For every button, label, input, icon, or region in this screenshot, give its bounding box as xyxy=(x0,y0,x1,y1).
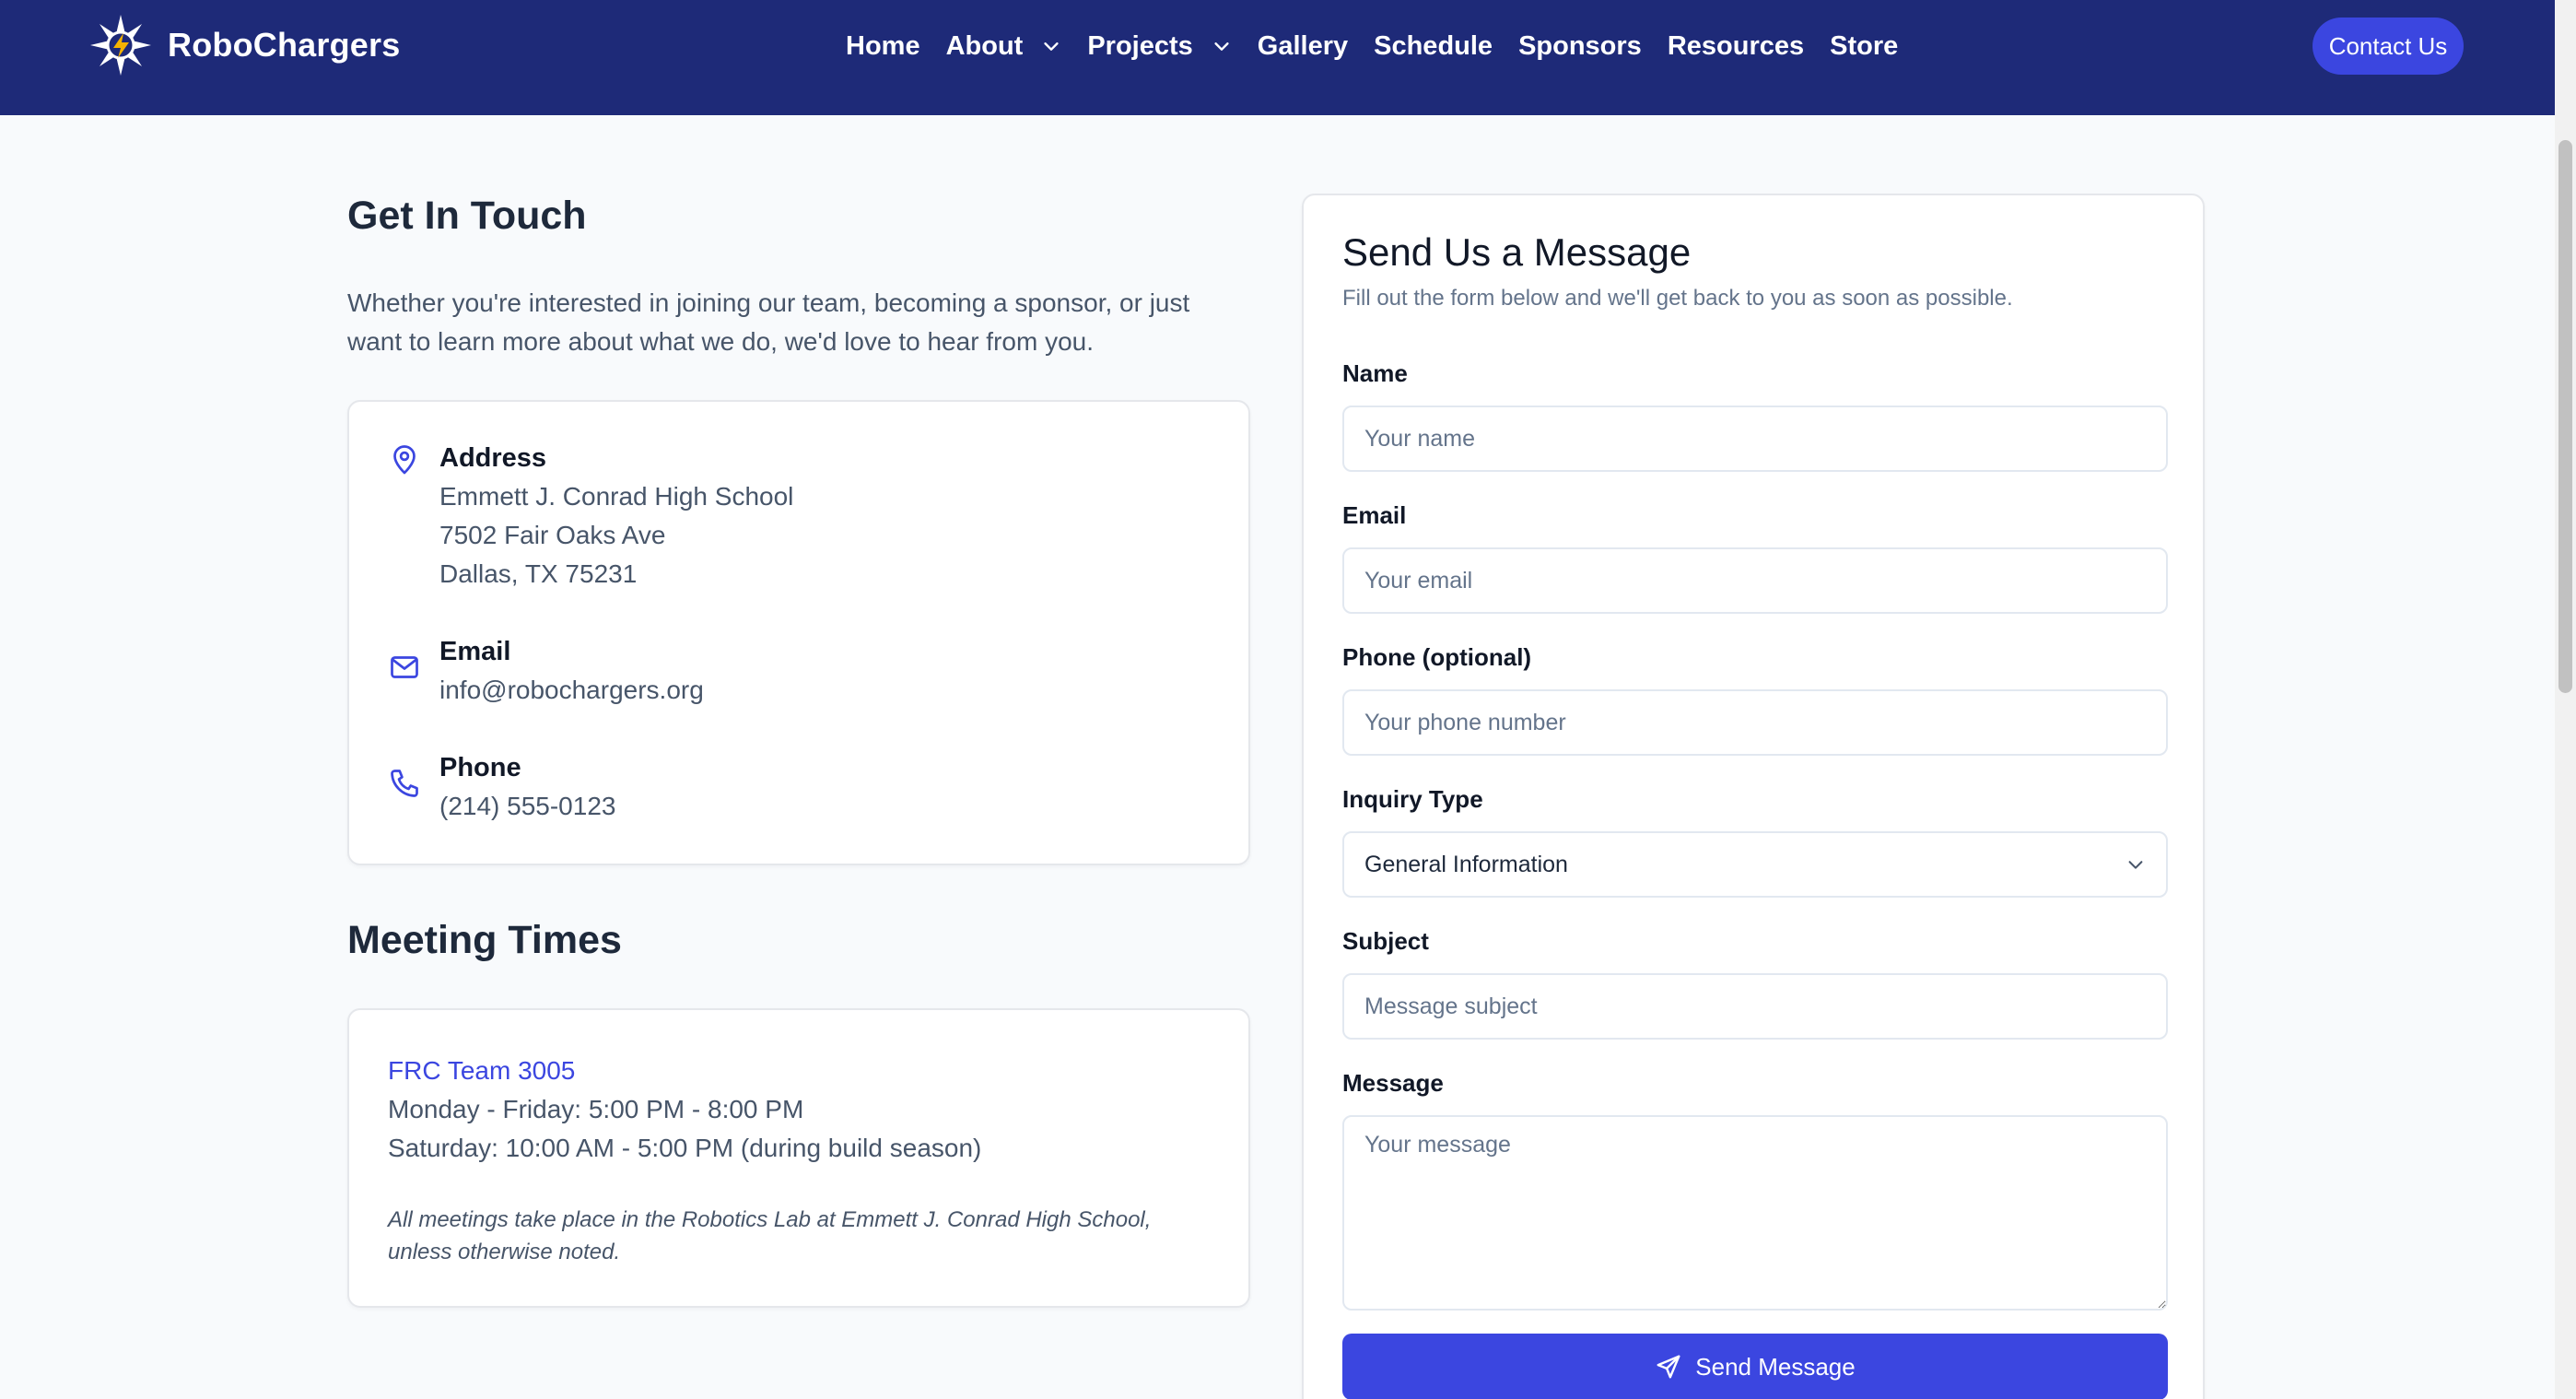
get-in-touch-heading: Get In Touch xyxy=(347,194,587,238)
message-textarea[interactable] xyxy=(1342,1115,2168,1311)
nav-label: Sponsors xyxy=(1518,30,1642,61)
nav-label: Projects xyxy=(1087,30,1193,61)
phone-value[interactable]: (214) 555-0123 xyxy=(439,787,615,826)
send-message-button[interactable]: Send Message xyxy=(1342,1334,2168,1399)
nav-label: Home xyxy=(846,30,920,61)
contact-page: RoboChargers Home About Projects Gallery… xyxy=(0,0,2576,1399)
map-pin-icon xyxy=(393,445,416,475)
meeting-times-heading: Meeting Times xyxy=(347,918,622,962)
chevron-down-icon[interactable] xyxy=(1212,36,1232,56)
nav-label: Schedule xyxy=(1374,30,1493,61)
main-nav: Home About Projects Gallery Schedule Spo… xyxy=(846,24,1924,68)
nav-item-store[interactable]: Store xyxy=(1830,31,1898,62)
meeting-time-line: Saturday: 10:00 AM - 5:00 PM (during bui… xyxy=(388,1134,982,1162)
address-line: Emmett J. Conrad High School xyxy=(439,482,794,511)
message-label: Message xyxy=(1342,1069,1444,1097)
meeting-times-card: FRC Team 3005 Monday - Friday: 5:00 PM -… xyxy=(347,1008,1250,1308)
email-label: Email xyxy=(1342,501,1407,529)
phone-label: Phone (optional) xyxy=(1342,643,1532,671)
nav-label: About xyxy=(945,30,1024,61)
inquiry-type-value: General Information xyxy=(1364,851,1568,877)
form-title: Send Us a Message xyxy=(1342,230,1692,274)
nav-item-projects[interactable]: Projects xyxy=(1087,31,1231,62)
contact-info-card: Address Emmett J. Conrad High School 750… xyxy=(347,400,1250,865)
name-input[interactable] xyxy=(1342,406,2168,472)
email-label: Email xyxy=(439,637,511,666)
send-icon xyxy=(1657,1355,1680,1379)
nav-item-resources[interactable]: Resources xyxy=(1668,31,1804,62)
top-navbar: RoboChargers Home About Projects Gallery… xyxy=(0,0,2555,115)
phone-label: Phone xyxy=(439,753,521,782)
email-value[interactable]: info@robochargers.org xyxy=(439,671,704,710)
email-row: Email info@robochargers.org xyxy=(388,632,704,710)
nav-item-home[interactable]: Home xyxy=(846,31,920,62)
scrollbar-thumb[interactable] xyxy=(2558,140,2572,693)
nav-label: Gallery xyxy=(1257,30,1349,61)
email-input[interactable] xyxy=(1342,547,2168,614)
contact-us-button[interactable]: Contact Us xyxy=(2313,18,2464,75)
get-in-touch-description: Whether you're interested in joining our… xyxy=(347,288,1190,356)
chevron-down-icon[interactable] xyxy=(1041,36,1061,56)
subject-label: Subject xyxy=(1342,927,1429,955)
inquiry-type-label: Inquiry Type xyxy=(1342,785,1483,813)
nav-item-about[interactable]: About xyxy=(946,31,1062,62)
brand-name: RoboChargers xyxy=(168,26,401,64)
phone-input[interactable] xyxy=(1342,689,2168,756)
inquiry-type-select[interactable]: General Information xyxy=(1342,831,2168,898)
meeting-time-line: Monday - Friday: 5:00 PM - 8:00 PM xyxy=(388,1095,804,1123)
name-label: Name xyxy=(1342,359,1408,387)
phone-row: Phone (214) 555-0123 xyxy=(388,748,615,826)
form-subtitle: Fill out the form below and we'll get ba… xyxy=(1342,286,2013,311)
send-message-label: Send Message xyxy=(1695,1352,1856,1381)
nav-item-sponsors[interactable]: Sponsors xyxy=(1518,31,1642,62)
nav-label: Resources xyxy=(1667,30,1805,61)
address-line: Dallas, TX 75231 xyxy=(439,559,638,588)
nav-label: Store xyxy=(1830,30,1899,61)
mail-icon xyxy=(391,656,418,678)
meeting-note: All meetings take place in the Robotics … xyxy=(388,1207,1152,1264)
subject-input[interactable] xyxy=(1342,973,2168,1040)
chevron-down-icon xyxy=(2128,861,2143,869)
page-scrollbar[interactable] xyxy=(2555,0,2576,1399)
lightning-logo-icon xyxy=(90,15,151,76)
address-row: Address Emmett J. Conrad High School 750… xyxy=(388,439,793,594)
message-form-card: Send Us a Message Fill out the form belo… xyxy=(1302,194,2205,1399)
phone-icon xyxy=(391,770,418,797)
address-line: 7502 Fair Oaks Ave xyxy=(439,521,666,549)
nav-item-gallery[interactable]: Gallery xyxy=(1258,31,1348,62)
team-name: FRC Team 3005 xyxy=(388,1056,576,1085)
nav-item-schedule[interactable]: Schedule xyxy=(1374,31,1493,62)
address-label: Address xyxy=(439,443,547,473)
brand[interactable]: RoboChargers xyxy=(88,13,400,77)
